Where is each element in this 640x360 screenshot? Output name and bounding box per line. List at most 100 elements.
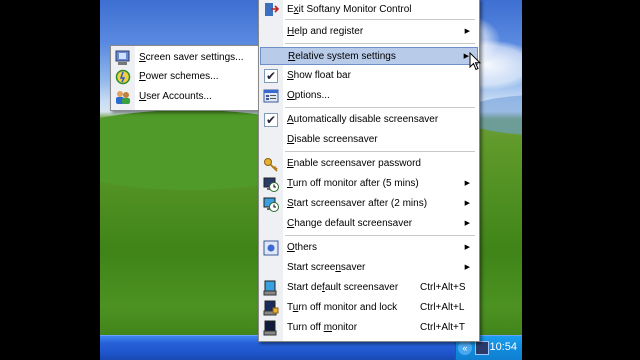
label-text: how float bar: [293, 70, 351, 81]
menu-item-10[interactable]: Change default screensaver ▶: [260, 215, 478, 233]
others-icon: [263, 240, 279, 256]
menu-item-label: User Accounts...: [139, 88, 212, 106]
submenu-arrow-icon: ▶: [464, 220, 470, 227]
label-text: Start de: [287, 282, 323, 293]
softany-tray-icon[interactable]: [475, 341, 489, 355]
menu-item-2[interactable]: Relative system settings ▶: [260, 47, 478, 65]
label-text: nable screensaver password: [293, 158, 421, 169]
menu-item-shortcut: Ctrl+Alt+L: [420, 302, 465, 313]
menu-separator: [285, 151, 475, 152]
menu-item-label: Exit Softany Monitor Control: [287, 1, 412, 19]
menu-item-label: Power schemes...: [139, 68, 218, 86]
start-default-icon: [263, 280, 279, 296]
options-icon: [263, 88, 279, 104]
menu-item-9[interactable]: Start screensaver after (2 mins) ▶: [260, 195, 478, 213]
label-text: thers: [294, 242, 318, 253]
menu-item-4[interactable]: Options...: [260, 87, 478, 105]
menu-item-label: Enable screensaver password: [287, 155, 421, 173]
menu-item-label: Turn off monitor after (5 mins): [287, 175, 419, 193]
access-key: E: [287, 158, 294, 169]
menu-item-label: Turn off monitor and lock: [287, 299, 397, 317]
menu-separator: [285, 19, 475, 20]
menu-item-7[interactable]: Enable screensaver password: [260, 155, 478, 173]
power-schemes-icon: [115, 69, 131, 85]
submenu-arrow-icon: ▶: [464, 244, 470, 251]
access-key: S: [139, 52, 146, 63]
menu-item-shortcut: Ctrl+Alt+S: [420, 282, 466, 293]
menu-item-3[interactable]: ✔ Show float bar: [260, 67, 478, 85]
menu-item-label: Show float bar: [287, 67, 351, 85]
screensaver-timer-icon: [263, 196, 279, 212]
menu-item-1[interactable]: Help and register ▶: [260, 23, 478, 41]
label-text: Turn off: [287, 322, 324, 333]
label-text: tart screensaver after (2 mins): [293, 198, 428, 209]
label-text: urn off monitor after (5 mins): [292, 178, 419, 189]
menu-item-11[interactable]: Others ▶: [260, 239, 478, 257]
relative-settings-submenu: Screen saver settings... Power schemes...…: [110, 45, 262, 111]
exit-icon: [263, 2, 280, 18]
menu-item-label: Others: [287, 239, 317, 257]
label-text: rn off monitor and lock: [298, 302, 398, 313]
key-icon: [263, 156, 279, 172]
label-text: onitor: [332, 322, 358, 333]
menu-separator: [285, 235, 475, 236]
label-text: ault screensaver: [324, 282, 399, 293]
submenu-item-2[interactable]: User Accounts...: [112, 88, 260, 106]
submenu-arrow-icon: ▶: [464, 180, 470, 187]
menu-item-label: Turn off monitor: [287, 319, 357, 337]
label-text: elative system settings: [295, 51, 396, 62]
label-text: ser Accounts...: [146, 91, 212, 102]
menu-item-label: Automatically disable screensaver: [287, 111, 438, 129]
label-text: hange default screensaver: [294, 218, 413, 229]
monitor-timer-icon: [263, 176, 279, 192]
menu-item-0[interactable]: Exit Softany Monitor Control: [260, 1, 478, 19]
show-hidden-icons-button[interactable]: «: [458, 341, 472, 355]
menu-item-5[interactable]: ✔ Automatically disable screensaver: [260, 111, 478, 129]
check-icon: ✔: [264, 113, 278, 127]
label-text: E: [287, 4, 294, 15]
submenu-arrow-icon: ▶: [464, 28, 470, 35]
mouse-cursor-icon: [469, 52, 481, 71]
label-text: ower schemes...: [145, 71, 219, 82]
menu-item-label: Start screensaver after (2 mins): [287, 195, 427, 213]
menu-item-label: Options...: [287, 87, 330, 105]
menu-item-12[interactable]: Start screensaver ▶: [260, 259, 478, 277]
user-accounts-icon: [115, 89, 131, 105]
submenu-arrow-icon: ▶: [464, 264, 470, 271]
menu-item-shortcut: Ctrl+Alt+T: [420, 322, 466, 333]
access-key: S: [287, 70, 294, 81]
access-key: P: [139, 71, 146, 82]
menu-item-label: Disable screensaver: [287, 131, 378, 149]
check-icon: ✔: [264, 69, 278, 83]
menu-item-8[interactable]: Turn off monitor after (5 mins) ▶: [260, 175, 478, 193]
label-text: saver: [340, 262, 366, 273]
label-text: it Softany Monitor Control: [298, 4, 412, 15]
tray-context-menu: Exit Softany Monitor Control Help and reg…: [258, 0, 480, 342]
label-text: Start scree: [287, 262, 336, 273]
lock-monitor-icon: [263, 300, 279, 316]
menu-separator: [285, 107, 475, 108]
menu-item-14[interactable]: Turn off monitor and lock Ctrl+Alt+L: [260, 299, 478, 317]
submenu-item-1[interactable]: Power schemes...: [112, 68, 260, 86]
menu-item-15[interactable]: Turn off monitor Ctrl+Alt+T: [260, 319, 478, 337]
menu-item-6[interactable]: Disable screensaver: [260, 131, 478, 149]
label-text: utomatically disable screensaver: [293, 114, 439, 125]
screen: « 10:54 Screen saver settings... Power sc…: [0, 0, 640, 360]
submenu-arrow-icon: ▶: [464, 200, 470, 207]
taskbar-clock: 10:54: [489, 341, 517, 353]
menu-item-label: Relative system settings: [288, 48, 396, 66]
access-key: S: [287, 198, 294, 209]
label-text: creen saver settings...: [145, 52, 244, 63]
menu-item-label: Help and register: [287, 23, 363, 41]
access-key: A: [287, 114, 294, 125]
access-key: O: [287, 242, 295, 253]
screen-saver-icon: [115, 50, 131, 66]
label-text: isable screensaver: [294, 134, 378, 145]
menu-item-label: Screen saver settings...: [139, 49, 244, 67]
menu-item-label: Start screensaver: [287, 259, 365, 277]
submenu-item-0[interactable]: Screen saver settings...: [112, 49, 260, 67]
menu-item-label: Change default screensaver: [287, 215, 412, 233]
label-text: ptions...: [294, 90, 330, 101]
menu-item-13[interactable]: Start default screensaver Ctrl+Alt+S: [260, 279, 478, 297]
access-key: O: [287, 90, 295, 101]
